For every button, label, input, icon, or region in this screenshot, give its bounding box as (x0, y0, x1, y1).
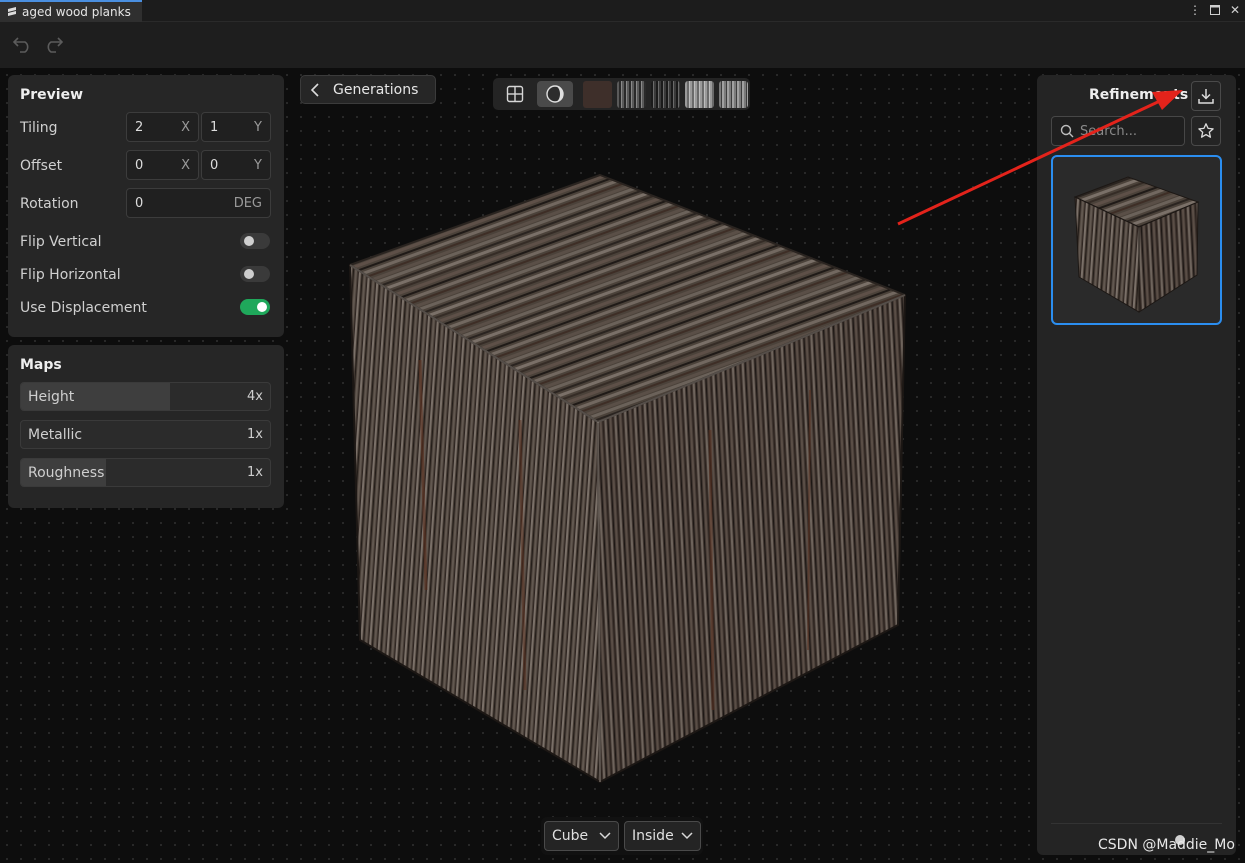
chevron-down-icon (681, 832, 693, 840)
environment-dropdown-value: Inside (632, 828, 674, 844)
offset-x-field[interactable]: 0 X (126, 150, 199, 180)
offset-x-value: 0 (135, 157, 144, 173)
map-label: Roughness (28, 465, 105, 481)
app-logo-icon (8, 7, 16, 16)
favorites-button[interactable] (1191, 116, 1221, 146)
map-multiplier: 4x (247, 389, 263, 404)
tiling-y-unit: Y (254, 119, 262, 135)
use-displacement-toggle[interactable] (240, 299, 270, 315)
map-slider-metallic[interactable]: Metallic 1x (20, 420, 271, 449)
search-icon (1060, 124, 1074, 138)
refinements-title: Refinements (1089, 87, 1189, 103)
download-button[interactable] (1191, 81, 1221, 111)
flip-horizontal-toggle[interactable] (240, 266, 270, 282)
normal-map-thumbnail[interactable] (651, 81, 680, 108)
view-mode-toolbar (493, 78, 750, 110)
star-icon (1198, 123, 1214, 138)
refinements-panel: Refinements (1037, 75, 1236, 855)
flip-vertical-label: Flip Vertical (20, 234, 102, 250)
refinement-thumbnail-cube (1073, 176, 1200, 313)
map-label: Height (28, 389, 75, 405)
chevron-down-icon (599, 832, 611, 840)
close-icon[interactable]: ✕ (1229, 2, 1241, 18)
flip-vertical-toggle[interactable] (240, 233, 270, 249)
window-controls: ⋮ ✕ (1189, 2, 1241, 18)
rotation-label: Rotation (20, 196, 79, 212)
toggle-knob (244, 269, 254, 279)
roughness-map-thumbnail[interactable] (685, 81, 714, 108)
tiling-label: Tiling (20, 120, 58, 136)
use-displacement-label: Use Displacement (20, 300, 147, 316)
flip-horizontal-label: Flip Horizontal (20, 267, 121, 283)
watermark-text: CSDN @Maddie_Mo (1098, 837, 1235, 853)
tiling-x-value: 2 (135, 119, 144, 135)
preview-title: Preview (20, 87, 84, 103)
title-bar: aged wood planks ⋮ ✕ (0, 0, 1245, 22)
more-icon[interactable]: ⋮ (1189, 2, 1201, 18)
offset-y-value: 0 (210, 157, 219, 173)
undo-icon[interactable] (12, 34, 34, 54)
map-multiplier: 1x (247, 465, 263, 480)
shape-dropdown[interactable]: Cube (544, 821, 619, 851)
preview-panel: Preview Tiling 2 X 1 Y Offset 0 X 0 Y Ro… (8, 75, 284, 337)
tiling-x-field[interactable]: 2 X (126, 112, 199, 142)
displacement-map-thumbnail[interactable] (719, 81, 748, 108)
offset-x-unit: X (181, 157, 190, 173)
toggle-knob (244, 236, 254, 246)
chevron-left-icon (311, 82, 319, 97)
refinements-search[interactable] (1051, 116, 1185, 146)
document-tab[interactable]: aged wood planks (0, 0, 142, 22)
sphere-material-button[interactable] (537, 81, 573, 107)
tiling-y-field[interactable]: 1 Y (201, 112, 271, 142)
tiling-y-value: 1 (210, 119, 219, 135)
toggle-knob (257, 302, 267, 312)
document-tab-title: aged wood planks (22, 5, 131, 19)
basecolor-map-thumbnail[interactable] (583, 81, 612, 108)
top-toolbar (0, 22, 1245, 68)
map-multiplier: 1x (247, 427, 263, 442)
maps-panel: Maps Height 4x Metallic 1x Roughness 1x (8, 345, 284, 508)
height-map-thumbnail[interactable] (617, 81, 646, 108)
search-input[interactable] (1080, 123, 1176, 139)
redo-icon[interactable] (42, 34, 64, 54)
rotation-value: 0 (135, 195, 144, 211)
back-to-generations-button[interactable]: Generations (300, 75, 436, 104)
offset-label: Offset (20, 158, 63, 174)
map-label: Metallic (28, 427, 83, 443)
maximize-icon[interactable] (1209, 2, 1221, 18)
rotation-unit: DEG (233, 195, 262, 211)
tiling-x-unit: X (181, 119, 190, 135)
map-slider-roughness[interactable]: Roughness 1x (20, 458, 271, 487)
grid-view-button[interactable] (497, 81, 533, 107)
back-button-label: Generations (333, 81, 419, 98)
rotation-field[interactable]: 0 DEG (126, 188, 271, 218)
maps-title: Maps (20, 357, 62, 373)
offset-y-unit: Y (254, 157, 262, 173)
grid-view-icon (506, 85, 524, 103)
shape-dropdown-value: Cube (552, 828, 589, 844)
material-preview-cube[interactable] (330, 170, 920, 790)
preview-options-bar: Cube Inside (541, 817, 703, 855)
refinement-card-selected[interactable] (1051, 155, 1222, 325)
environment-dropdown[interactable]: Inside (624, 821, 701, 851)
sphere-material-icon (546, 85, 564, 103)
panel-divider (1051, 823, 1222, 824)
map-slider-height[interactable]: Height 4x (20, 382, 271, 411)
offset-y-field[interactable]: 0 Y (201, 150, 271, 180)
download-icon (1198, 89, 1214, 104)
app-window: aged wood planks ⋮ ✕ Preview Tiling 2 X … (0, 0, 1245, 863)
